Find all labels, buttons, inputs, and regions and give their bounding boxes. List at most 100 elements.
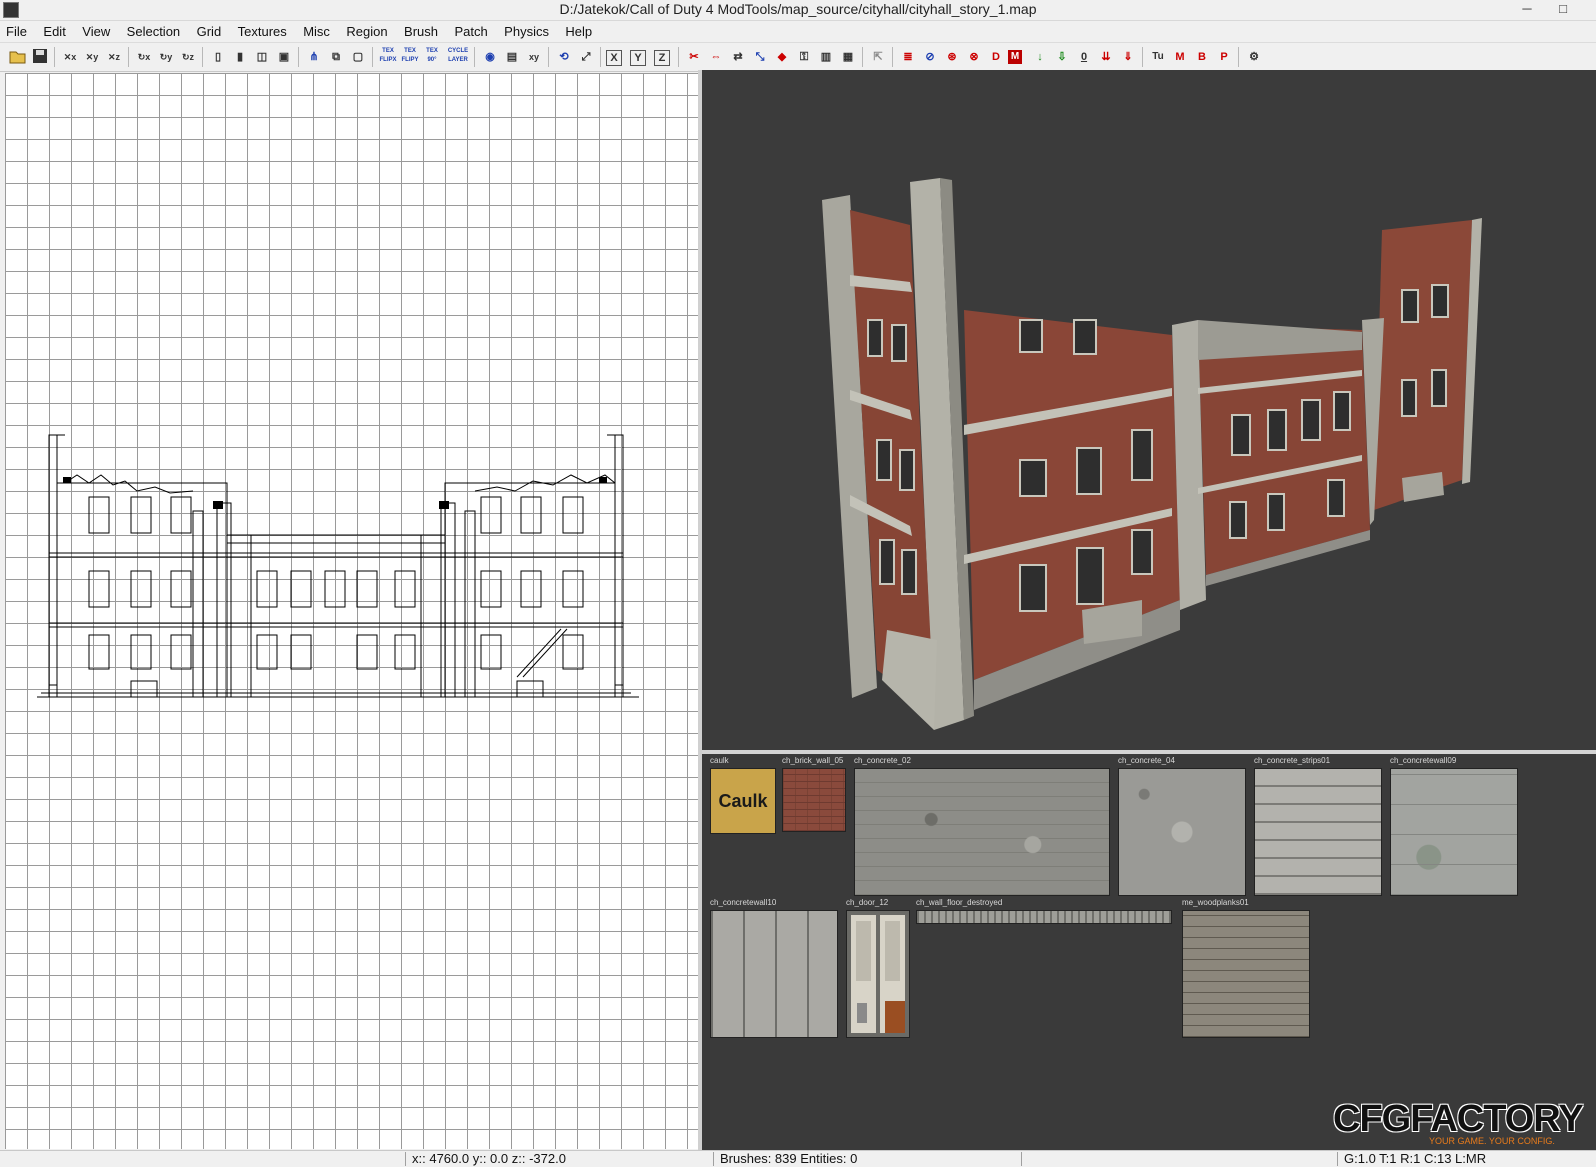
- texture-window-icon[interactable]: ▤: [502, 47, 522, 67]
- p-icon[interactable]: P: [1214, 47, 1234, 67]
- axis-z-icon[interactable]: Z: [654, 50, 670, 66]
- tex-flip-y-icon[interactable]: TEX FLIPY: [400, 47, 420, 67]
- menu-file[interactable]: File: [0, 22, 33, 39]
- window-title: D:/Jatekok/Call of Duty 4 ModTools/map_s…: [559, 1, 1037, 17]
- toolbar-separator: [298, 47, 299, 67]
- building-wireframe: [37, 434, 639, 698]
- select-complete-icon[interactable]: ▣: [274, 47, 294, 67]
- texture-swatch: [710, 910, 838, 1038]
- cube-icon[interactable]: ▦: [838, 47, 858, 67]
- toolbar: ✕x ✕y ✕z ↻x ↻y ↻z ▯ ▮ ◫ ▣ ⋔ ⧉ ▢ TEX FLIP…: [0, 42, 1596, 72]
- down-arrow-2-icon[interactable]: ⇩: [1052, 47, 1072, 67]
- tu-icon[interactable]: Tu: [1148, 47, 1168, 67]
- open-icon[interactable]: [8, 47, 28, 67]
- double-down-icon[interactable]: ⇊: [1096, 47, 1116, 67]
- flip-z-icon[interactable]: ✕z: [104, 47, 124, 67]
- menu-brush[interactable]: Brush: [398, 22, 444, 39]
- menu-help[interactable]: Help: [559, 22, 598, 39]
- m-red-icon[interactable]: M: [1170, 47, 1190, 67]
- camera-view-3d[interactable]: [702, 70, 1596, 750]
- flip-x-icon[interactable]: ✕x: [60, 47, 80, 67]
- drag-edges-icon[interactable]: ⇔: [706, 47, 726, 67]
- texture-swatch: [916, 910, 1172, 924]
- toolbar-separator: [548, 47, 549, 67]
- patch-icon[interactable]: ≣: [898, 47, 918, 67]
- clipper-icon[interactable]: ✂: [684, 47, 704, 67]
- toolbar-separator: [862, 47, 863, 67]
- status-coordinates: x:: 4760.0 y:: 0.0 z:: -372.0: [405, 1152, 712, 1166]
- toolbar-separator: [1142, 47, 1143, 67]
- texture-swatch: [782, 768, 846, 832]
- texture-browser: caulk Caulk ch_brick_wall_05 ch_concrete…: [702, 754, 1596, 1150]
- texture-label: ch_concrete_strips01: [1254, 756, 1331, 765]
- rotate-z-icon[interactable]: ↻z: [178, 47, 198, 67]
- rotate-x-icon[interactable]: ↻x: [134, 47, 154, 67]
- scale-icon[interactable]: ⤢: [576, 47, 596, 67]
- b-icon[interactable]: B: [1192, 47, 1212, 67]
- camera-icon[interactable]: ◉: [480, 47, 500, 67]
- grid-view-2d[interactable]: [5, 73, 699, 1149]
- texture-label: ch_wall_floor_destroyed: [916, 898, 1003, 907]
- lock-icon[interactable]: ◆: [772, 47, 792, 67]
- menu-textures[interactable]: Textures: [232, 22, 293, 39]
- texture-label: ch_concretewall09: [1390, 756, 1457, 765]
- menu-region[interactable]: Region: [340, 22, 393, 39]
- menu-grid[interactable]: Grid: [191, 22, 228, 39]
- menu-physics[interactable]: Physics: [498, 22, 555, 39]
- select-touching-icon[interactable]: ▯: [208, 47, 228, 67]
- texture-label: ch_concretewall10: [710, 898, 777, 907]
- axis-x-icon[interactable]: X: [606, 50, 622, 66]
- texture-swatch: [1254, 768, 1382, 896]
- menu-selection[interactable]: Selection: [121, 22, 186, 39]
- down-arrow-icon[interactable]: ↓: [1030, 47, 1050, 67]
- texture-label: ch_door_12: [846, 898, 889, 907]
- texture-label: caulk: [710, 756, 729, 765]
- save-icon[interactable]: [30, 47, 50, 67]
- xy-view-icon[interactable]: xy: [524, 47, 544, 67]
- path-icon[interactable]: ⤡: [750, 47, 770, 67]
- toolbar-separator: [128, 47, 129, 67]
- minimize-button[interactable]: ─: [1512, 0, 1542, 20]
- tex-rotate-90-icon[interactable]: TEX 90°: [422, 47, 442, 67]
- no-icon[interactable]: ⊘: [920, 47, 940, 67]
- entity-icon[interactable]: ⇱: [868, 47, 888, 67]
- logo-tagline: YOUR GAME. YOUR CONFIG.: [1429, 1136, 1555, 1146]
- csg-subtract-icon[interactable]: ⋔: [304, 47, 324, 67]
- menu-edit[interactable]: Edit: [37, 22, 71, 39]
- toolbar-separator: [678, 47, 679, 67]
- zero-icon[interactable]: 0: [1074, 47, 1094, 67]
- texture-swatch: Caulk: [710, 768, 776, 834]
- menu-view[interactable]: View: [76, 22, 116, 39]
- rotate-y-icon[interactable]: ↻y: [156, 47, 176, 67]
- rotate-icon[interactable]: ⟲: [554, 47, 574, 67]
- flip-y-icon[interactable]: ✕y: [82, 47, 102, 67]
- stop-icon[interactable]: ⊗: [964, 47, 984, 67]
- maximize-button[interactable]: □: [1548, 0, 1578, 20]
- plugin-icon[interactable]: ⚙: [1244, 47, 1264, 67]
- toolbar-separator: [54, 47, 55, 67]
- hollow-icon[interactable]: ▢: [348, 47, 368, 67]
- d-icon[interactable]: D: [986, 47, 1006, 67]
- toolbar-separator: [474, 47, 475, 67]
- texture-label: me_woodplanks01: [1182, 898, 1249, 907]
- texture-swatch: [1390, 768, 1518, 896]
- triple-down-icon[interactable]: ⇓: [1118, 47, 1138, 67]
- cfgfactory-logo: CFGFACTORY YOUR GAME. YOUR CONFIG.: [1333, 1098, 1584, 1148]
- menu-bar: File Edit View Selection Grid Textures M…: [0, 22, 1596, 41]
- select-inside-icon[interactable]: ▮: [230, 47, 250, 67]
- menu-misc[interactable]: Misc: [297, 22, 336, 39]
- filter-icon[interactable]: ⚿: [794, 47, 814, 67]
- cycle-layer-icon[interactable]: CYCLE LAYER: [446, 47, 470, 67]
- csg-merge-icon[interactable]: ⧉: [326, 47, 346, 67]
- toolbar-separator: [202, 47, 203, 67]
- drag-vertices-icon[interactable]: ⇄: [728, 47, 748, 67]
- status-grid-info: G:1.0 T:1 R:1 C:13 L:MR: [1337, 1152, 1594, 1166]
- tex-flip-x-icon[interactable]: TEX FLIPX: [378, 47, 398, 67]
- toolbar-separator: [892, 47, 893, 67]
- select-partial-icon[interactable]: ◫: [252, 47, 272, 67]
- axis-y-icon[interactable]: Y: [630, 50, 646, 66]
- brush-icon[interactable]: ▥: [816, 47, 836, 67]
- menu-patch[interactable]: Patch: [448, 22, 493, 39]
- m-icon[interactable]: M: [1008, 50, 1022, 64]
- dont-icon[interactable]: ⊛: [942, 47, 962, 67]
